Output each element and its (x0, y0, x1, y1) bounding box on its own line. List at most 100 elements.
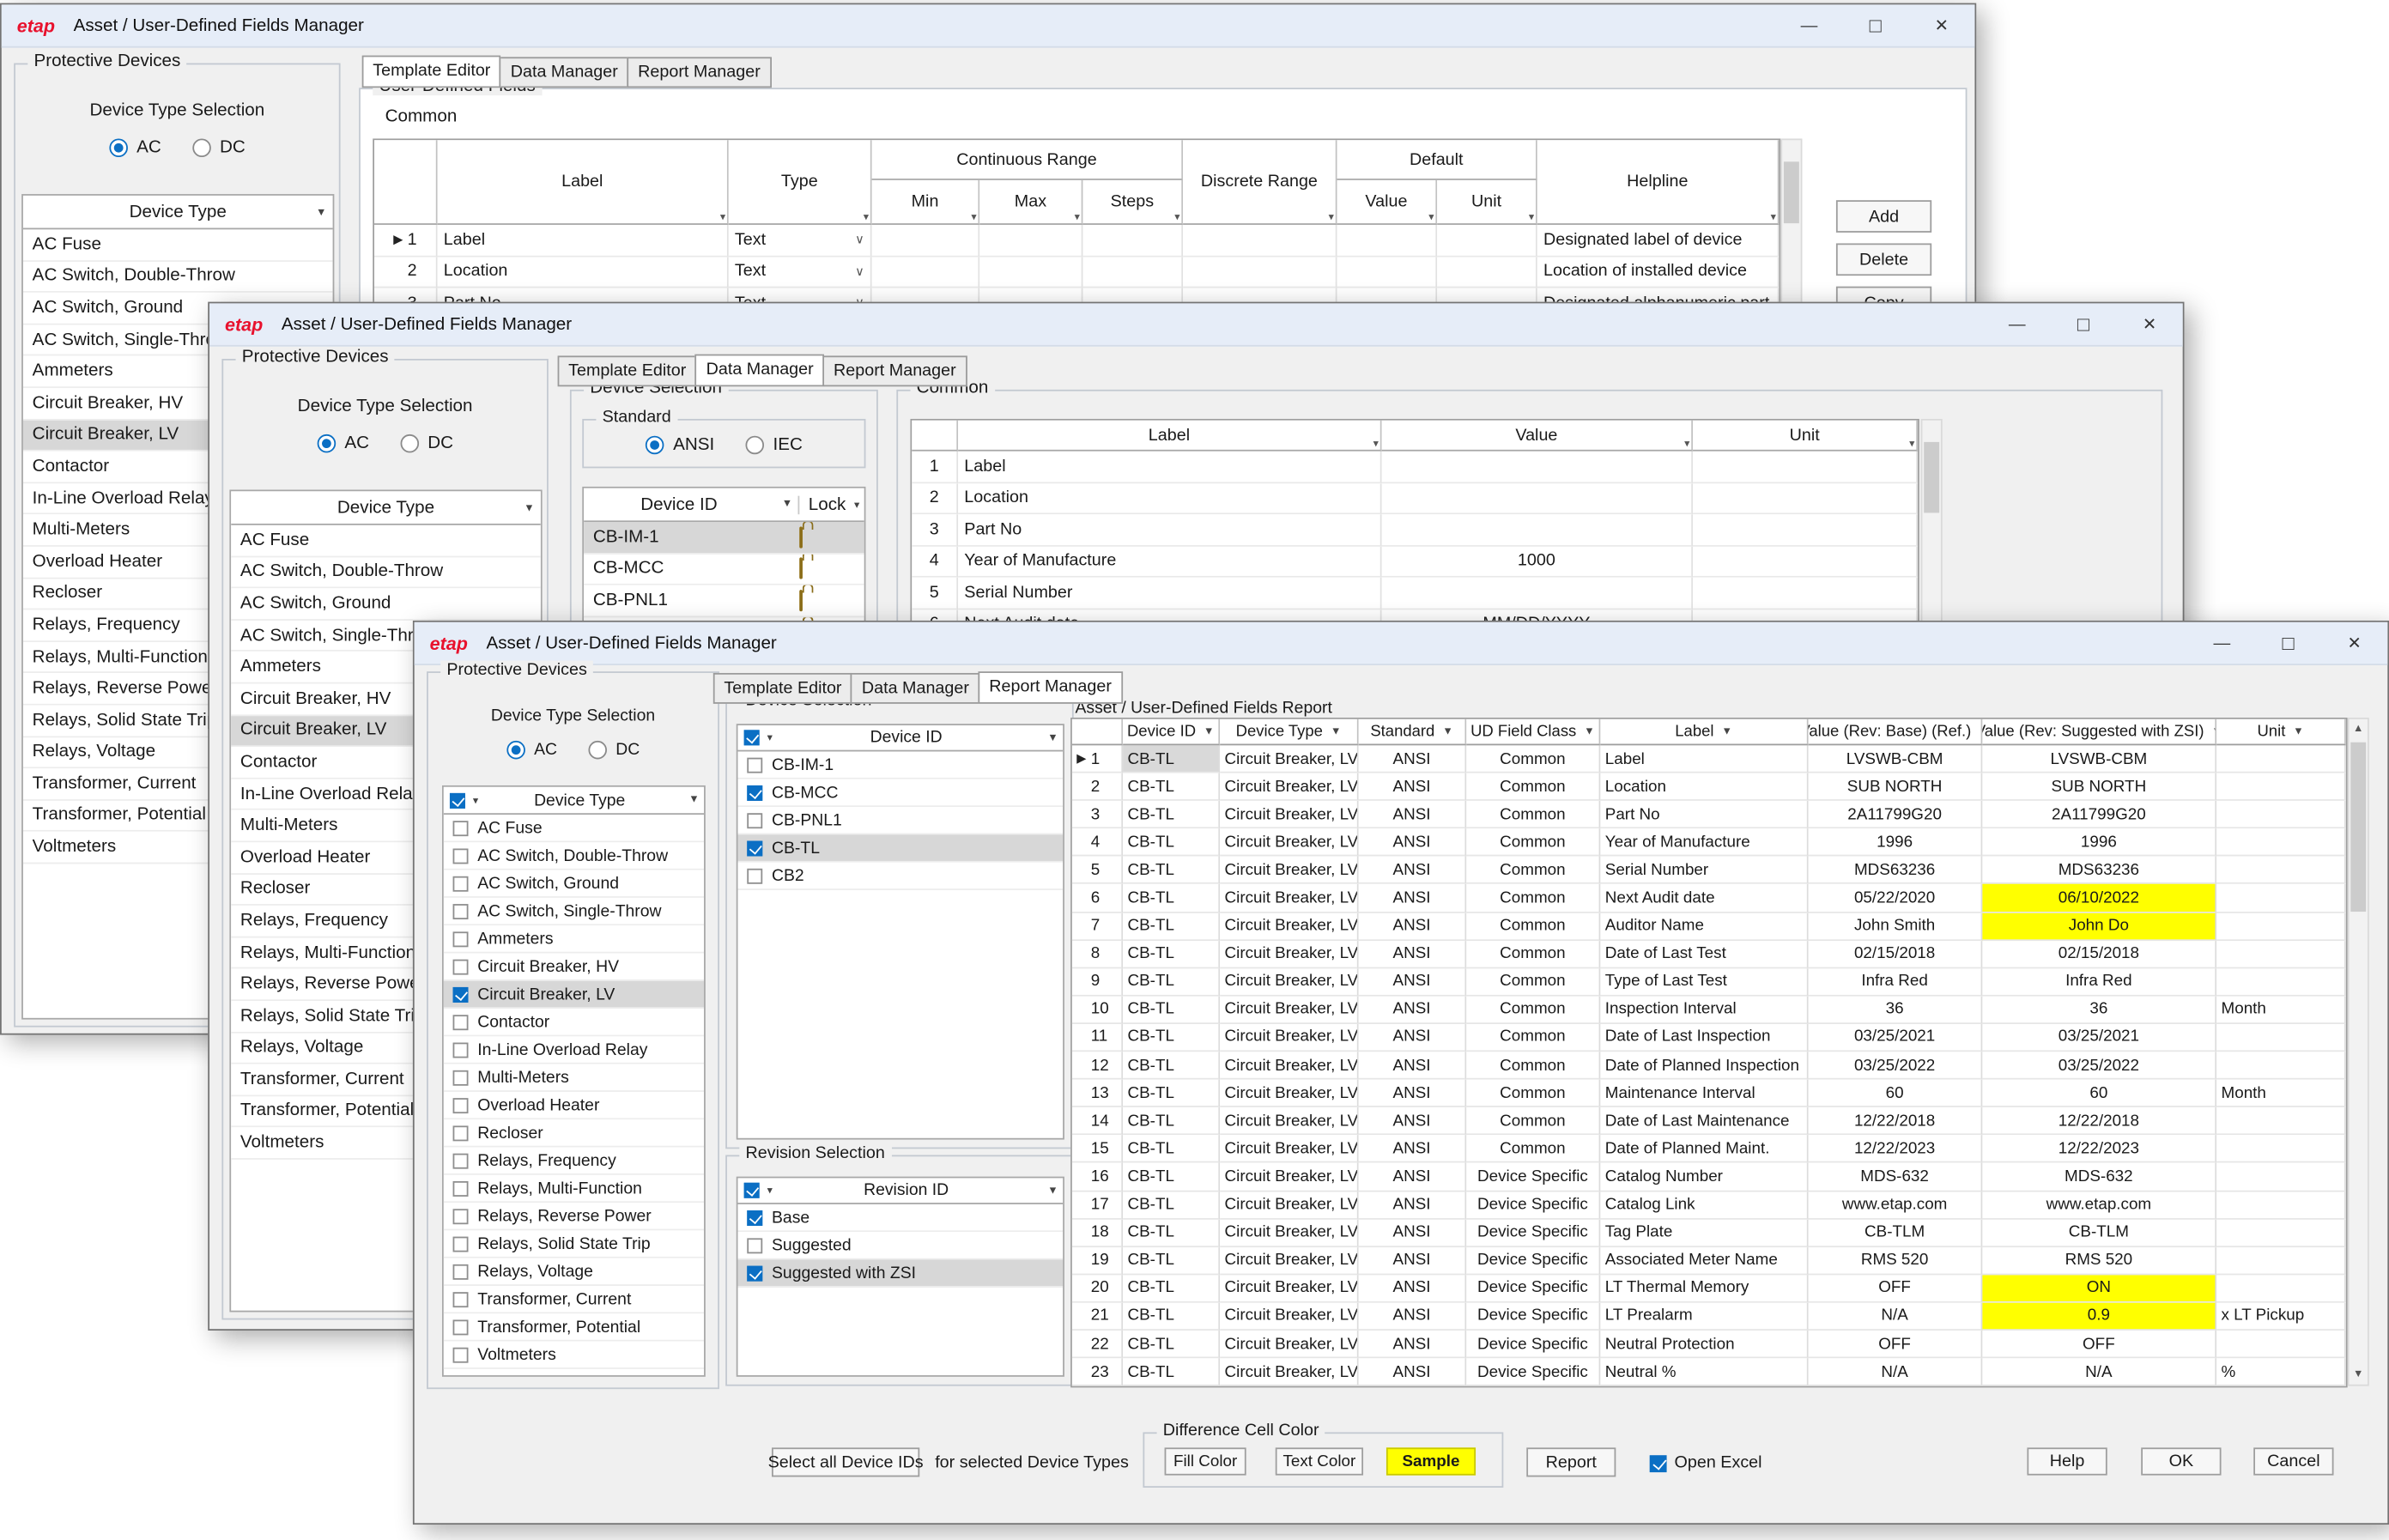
titlebar[interactable]: etap Asset / User-Defined Fields Manager… (209, 303, 2183, 346)
minimize-button[interactable]: — (2189, 622, 2255, 664)
device-type-item[interactable]: Relays, Solid State Trip (444, 1230, 704, 1258)
ansi-radio[interactable] (646, 436, 664, 455)
device-type-list-header[interactable]: Device Type ▼ (231, 491, 541, 524)
report-scrollbar[interactable]: ▲ ▼ (2348, 718, 2369, 1386)
device-type-item[interactable]: AC Switch, Ground (231, 589, 541, 621)
cell-unit[interactable] (1693, 514, 1918, 546)
report-row[interactable]: ▶ 18 CB-TL Circuit Breaker, LV ANSI Devi… (1072, 1219, 2346, 1246)
device-type-checkbox[interactable] (453, 931, 469, 946)
ac-radio[interactable] (506, 741, 525, 760)
iec-radio[interactable] (745, 436, 764, 455)
cell-value[interactable] (1382, 578, 1693, 609)
sort-arrow-icon[interactable]: ▾ (854, 498, 859, 510)
device-type-checkbox[interactable] (453, 1291, 469, 1307)
cell-type[interactable]: Text ∨ (729, 225, 872, 257)
open-excel-checkbox[interactable] (1650, 1454, 1667, 1471)
report-row[interactable]: ▶ 16 CB-TL Circuit Breaker, LV ANSI Devi… (1072, 1163, 2346, 1191)
report-row[interactable]: ▶ 19 CB-TL Circuit Breaker, LV ANSI Devi… (1072, 1247, 2346, 1275)
udf-table-row[interactable]: ▶ 2 Location Text ∨ (374, 257, 1779, 288)
device-type-checkbox[interactable] (453, 986, 469, 1002)
common-table-row[interactable]: 2 Location (912, 482, 1918, 514)
revision-item[interactable]: Base (738, 1204, 1064, 1232)
col-device-type[interactable]: Device Type▼ (1220, 719, 1358, 745)
device-type-item[interactable]: AC Fuse (23, 229, 333, 261)
cell-unit[interactable] (1693, 578, 1918, 609)
tab-template-editor[interactable]: Template Editor (713, 673, 852, 704)
device-type-item[interactable]: Relays, Voltage (444, 1258, 704, 1286)
report-row[interactable]: ▶ 17 CB-TL Circuit Breaker, LV ANSI Devi… (1072, 1191, 2346, 1219)
device-id-checkbox[interactable] (747, 785, 762, 800)
col-continuous-range[interactable]: Continuous Range (872, 140, 1183, 180)
dc-radio[interactable] (588, 741, 607, 760)
col-label[interactable]: Label (438, 140, 729, 225)
delete-button[interactable]: Delete (1836, 243, 1931, 276)
col-label[interactable]: Label (958, 421, 1381, 452)
maximize-button[interactable]: □ (2050, 303, 2116, 344)
device-type-item[interactable]: AC Switch, Single-Throw (444, 898, 704, 925)
device-type-item[interactable]: AC Fuse (444, 815, 704, 842)
report-row[interactable]: ▶ 23 CB-TL Circuit Breaker, LV ANSI Devi… (1072, 1358, 2346, 1385)
device-id-checkbox[interactable] (747, 868, 762, 883)
cell-type[interactable]: Text ∨ (729, 257, 872, 288)
cell-value[interactable] (1382, 452, 1693, 483)
device-type-checkbox[interactable] (453, 959, 469, 974)
device-type-checkbox[interactable] (453, 1097, 469, 1113)
device-type-checkbox[interactable] (453, 1125, 469, 1141)
maximize-button[interactable]: □ (1842, 4, 1908, 45)
device-type-checkbox[interactable] (453, 1014, 469, 1029)
device-id-item[interactable]: CB-IM-1 (738, 751, 1064, 779)
select-all-device-types-checkbox[interactable] (450, 792, 465, 808)
lock-icon[interactable] (799, 590, 803, 611)
tab-data-manager[interactable]: Data Manager (695, 355, 824, 387)
cell-unit[interactable] (1693, 482, 1918, 514)
help-button[interactable]: Help (2027, 1447, 2107, 1475)
device-id-checkbox[interactable] (747, 840, 762, 856)
report-row[interactable]: ▶ 1 CB-TL Circuit Breaker, LV ANSI Commo… (1072, 745, 2346, 773)
report-row[interactable]: ▶ 22 CB-TL Circuit Breaker, LV ANSI Devi… (1072, 1331, 2346, 1358)
col-rownum[interactable] (912, 421, 958, 452)
dropdown-icon[interactable]: ▼ (1047, 732, 1058, 743)
tab-template-editor[interactable]: Template Editor (558, 355, 697, 386)
device-type-item[interactable]: Circuit Breaker, HV (444, 953, 704, 980)
report-row[interactable]: ▶ 5 CB-TL Circuit Breaker, LV ANSI Commo… (1072, 857, 2346, 884)
report-row[interactable]: ▶ 10 CB-TL Circuit Breaker, LV ANSI Comm… (1072, 996, 2346, 1023)
device-type-item[interactable]: Relays, Multi-Function (444, 1175, 704, 1203)
device-type-checkbox[interactable] (453, 1180, 469, 1196)
device-type-item[interactable]: AC Switch, Double-Throw (444, 842, 704, 870)
report-row[interactable]: ▶ 3 CB-TL Circuit Breaker, LV ANSI Commo… (1072, 801, 2346, 828)
report-row[interactable]: ▶ 7 CB-TL Circuit Breaker, LV ANSI Commo… (1072, 912, 2346, 940)
lock-icon[interactable] (799, 558, 803, 579)
report-row[interactable]: ▶ 12 CB-TL Circuit Breaker, LV ANSI Comm… (1072, 1052, 2346, 1079)
col-min[interactable]: Min (872, 180, 980, 225)
close-button[interactable]: ✕ (1908, 4, 1974, 45)
col-rownum[interactable] (374, 140, 438, 225)
col-unit[interactable]: Unit (1693, 421, 1918, 452)
col-ud-field-class[interactable]: UD Field Class▼ (1466, 719, 1600, 745)
tab-report-manager[interactable]: Report Manager (979, 671, 1123, 704)
device-id-item[interactable]: CB-MCC (738, 779, 1064, 807)
tab-template-editor[interactable]: Template Editor (362, 56, 501, 88)
select-all-device-ids-checkbox[interactable] (744, 730, 760, 745)
combo-arrow-icon[interactable]: ∨ (855, 264, 864, 278)
device-type-item[interactable]: AC Switch, Double-Throw (231, 557, 541, 589)
dropdown-icon[interactable]: ▼ (524, 504, 534, 515)
device-type-item[interactable]: Relays, Reverse Power (444, 1203, 704, 1230)
cell-unit[interactable] (1693, 452, 1918, 483)
device-type-checkbox[interactable] (453, 1070, 469, 1085)
ok-button[interactable]: OK (2141, 1447, 2221, 1475)
dc-radio[interactable] (192, 138, 211, 157)
dropdown-icon[interactable]: ▼ (1442, 726, 1452, 737)
device-type-list-header[interactable]: ▾ Device Type ▼ (444, 787, 704, 815)
report-row[interactable]: ▶ 15 CB-TL Circuit Breaker, LV ANSI Comm… (1072, 1136, 2346, 1163)
common-table-row[interactable]: 5 Serial Number (912, 578, 1918, 609)
device-type-item[interactable]: Relays, Frequency (444, 1148, 704, 1175)
device-type-item[interactable]: Ammeters (444, 925, 704, 953)
device-type-checkbox[interactable] (453, 1236, 469, 1252)
tab-report-manager[interactable]: Report Manager (628, 57, 772, 88)
cell-value[interactable] (1382, 482, 1693, 514)
device-type-item[interactable]: Overload Heater (444, 1092, 704, 1119)
device-id-list-header[interactable]: Device ID ▼ Lock ▾ (584, 488, 864, 522)
device-type-item[interactable]: In-Line Overload Relay (444, 1036, 704, 1064)
revision-item[interactable]: Suggested with ZSI (738, 1259, 1064, 1287)
device-type-checkbox[interactable] (453, 1153, 469, 1168)
